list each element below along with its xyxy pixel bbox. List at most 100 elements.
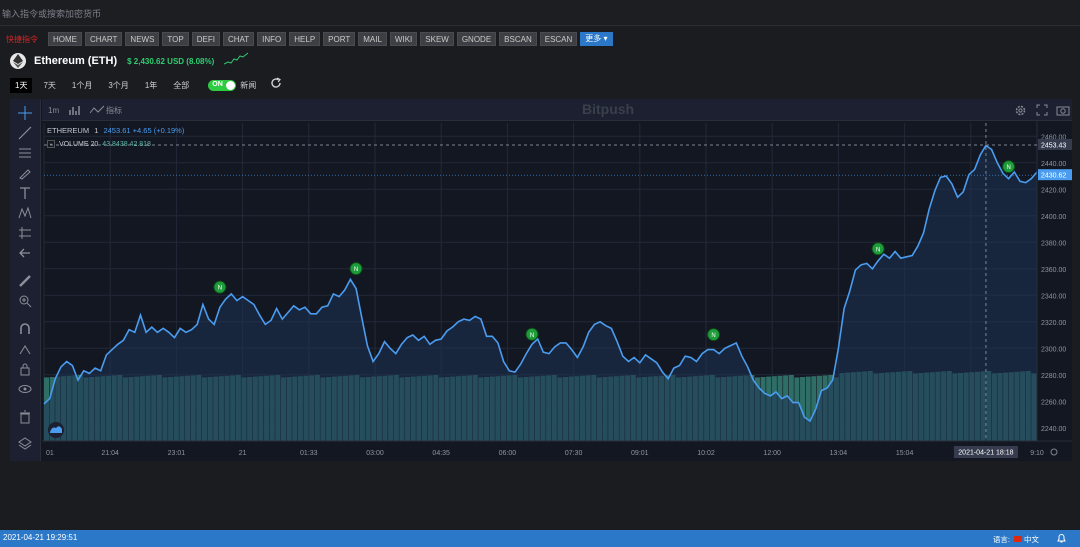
eye-icon[interactable] [17,381,33,397]
news-toggle[interactable]: ON [208,79,237,91]
x-tick-label: 9:10 [1030,450,1044,457]
chart-legend: ETHEREUM 1 2453.61 +4.65 (+0.19%) [47,126,184,135]
coin-header: Ethereum (ETH) $ 2,430.62 USD (8.08%) [10,52,249,71]
nav-skew-button[interactable]: SKEW [420,32,454,46]
x-tick-label: 06:00 [499,450,517,457]
nav-wiki-button[interactable]: WIKI [389,32,418,46]
magnet-tool-icon[interactable] [17,321,33,337]
nav-help-button[interactable]: HELP [289,32,321,46]
language-label: 语言: [992,534,1010,544]
ethereum-logo-icon [10,53,26,69]
back-arrow-icon[interactable] [17,245,33,261]
fib-tool-icon[interactable] [17,145,33,161]
nav-chat-button[interactable]: CHAT [222,32,255,46]
y-tick-label: 2340.00 [1041,293,1066,300]
news-marker[interactable]: N [349,262,363,276]
y-tick-label: 2280.00 [1041,373,1066,380]
nav-escan-button[interactable]: ESCAN [539,32,578,46]
status-bar: 2021-04-21 19:29:51 语言: 中文 [0,530,1080,547]
layers-icon[interactable] [17,435,33,451]
news-marker[interactable]: N [213,280,227,294]
x-tick-label: 10:02 [697,450,715,457]
china-flag-icon [1014,536,1022,542]
timeframe-1m-tab[interactable]: 1个月 [67,78,97,93]
nav-top-button[interactable]: TOP [162,32,189,46]
volume-label: VOLUME 20 [59,140,99,148]
svg-text:N: N [711,333,715,339]
prediction-tool-icon[interactable] [17,225,33,241]
timeframe-all-tab[interactable]: 全部 [168,78,194,93]
trash-icon[interactable] [17,409,33,425]
ruler-tool-icon[interactable] [17,273,33,289]
nav-prefix-label: 快捷指令 [6,34,38,44]
text-tool-icon[interactable] [17,185,33,201]
stay-drawing-icon[interactable] [17,341,33,357]
brush-tool-icon[interactable] [17,165,33,181]
chart-panel: 1m 指标 Bitpush N N N N N N 2240.00 2260.00 2280.… [10,99,1072,461]
tradingview-logo-icon [48,422,64,438]
language-value: 中文 [1024,534,1039,544]
x-tick-label: 01:33 [300,450,318,457]
timeframe-bar: 1天 7天 1个月 3个月 1年 全部 ON 新闻 [10,77,282,93]
zoom-in-icon[interactable] [17,293,33,309]
command-search-input[interactable] [2,6,402,22]
y-tick-label: 2400.00 [1041,214,1066,221]
news-marker[interactable]: N [1002,160,1016,174]
sparkline-icon [224,52,249,71]
chart-watermark: Bitpush [582,101,635,117]
nav-bar: 快捷指令 HOME CHART NEWS TOP DEFI CHAT INFO … [0,31,613,47]
news-marker[interactable]: N [871,242,885,256]
timeframe-1y-tab[interactable]: 1年 [140,78,162,93]
bar-style-icon[interactable] [68,103,82,117]
crosshair-time-label: 2021-04-21 18:18 [958,450,1013,457]
svg-text:N: N [354,267,358,273]
nav-info-button[interactable]: INFO [257,32,287,46]
last-price-label: 2430.62 [1041,173,1066,180]
trendline-tool-icon[interactable] [17,125,33,141]
collapse-legend-icon[interactable]: ⌄ [47,140,55,148]
fullscreen-icon[interactable] [1036,103,1048,117]
lock-icon[interactable] [17,361,33,377]
y-tick-label: 2260.00 [1041,399,1066,406]
nav-bscan-button[interactable]: BSCAN [499,32,537,46]
price-chart[interactable]: N N N N N N 2240.00 2260.00 2280.00 2300.00 2320.… [42,121,1072,461]
nav-defi-button[interactable]: DEFI [191,32,220,46]
settings-gear-icon[interactable] [1014,103,1027,117]
indicators-button[interactable]: 指标 [90,103,122,117]
timeframe-3m-tab[interactable]: 3个月 [103,78,133,93]
y-tick-label: 2300.00 [1041,346,1066,353]
svg-text:N: N [218,286,222,292]
news-toggle-label: 新闻 [240,80,257,90]
x-tick-label: 21 [239,450,247,457]
x-tick-label: 12:00 [763,450,781,457]
language-selector[interactable]: 语言: 中文 [993,533,1066,545]
timeframe-7d-tab[interactable]: 7天 [38,78,60,93]
nav-more-dropdown[interactable]: 更多 ▾ [580,32,613,46]
x-tick-label: 04:35 [432,450,450,457]
interval-selector[interactable]: 1m [48,103,59,117]
refresh-icon[interactable] [270,76,282,94]
nav-home-button[interactable]: HOME [48,32,82,46]
news-marker[interactable]: N [707,328,721,342]
coin-price: $ 2,430.62 USD (8.08%) [127,56,215,66]
drawing-toolbar [10,99,41,461]
x-tick-label: 23:01 [168,450,186,457]
camera-icon[interactable] [1056,103,1070,117]
y-tick-label: 2320.00 [1041,320,1066,327]
volume-values: 43.8438 42.818 [102,140,151,148]
svg-text:N: N [876,247,880,253]
pattern-tool-icon[interactable] [17,205,33,221]
crosshair-tool-icon[interactable] [17,105,33,121]
x-tick-label: 09:01 [631,450,649,457]
svg-text:N: N [1006,165,1010,171]
nav-gnode-button[interactable]: GNODE [456,32,497,46]
news-marker[interactable]: N [525,327,539,341]
nav-mail-button[interactable]: MAIL [358,32,387,46]
timeframe-1d-tab[interactable]: 1天 [10,77,33,93]
y-tick-label: 2240.00 [1041,426,1066,433]
nav-chart-button[interactable]: CHART [85,32,123,46]
x-tick-label: 13:04 [830,450,848,457]
bell-icon[interactable] [1057,533,1066,545]
nav-port-button[interactable]: PORT [323,32,356,46]
nav-news-button[interactable]: NEWS [125,32,160,46]
